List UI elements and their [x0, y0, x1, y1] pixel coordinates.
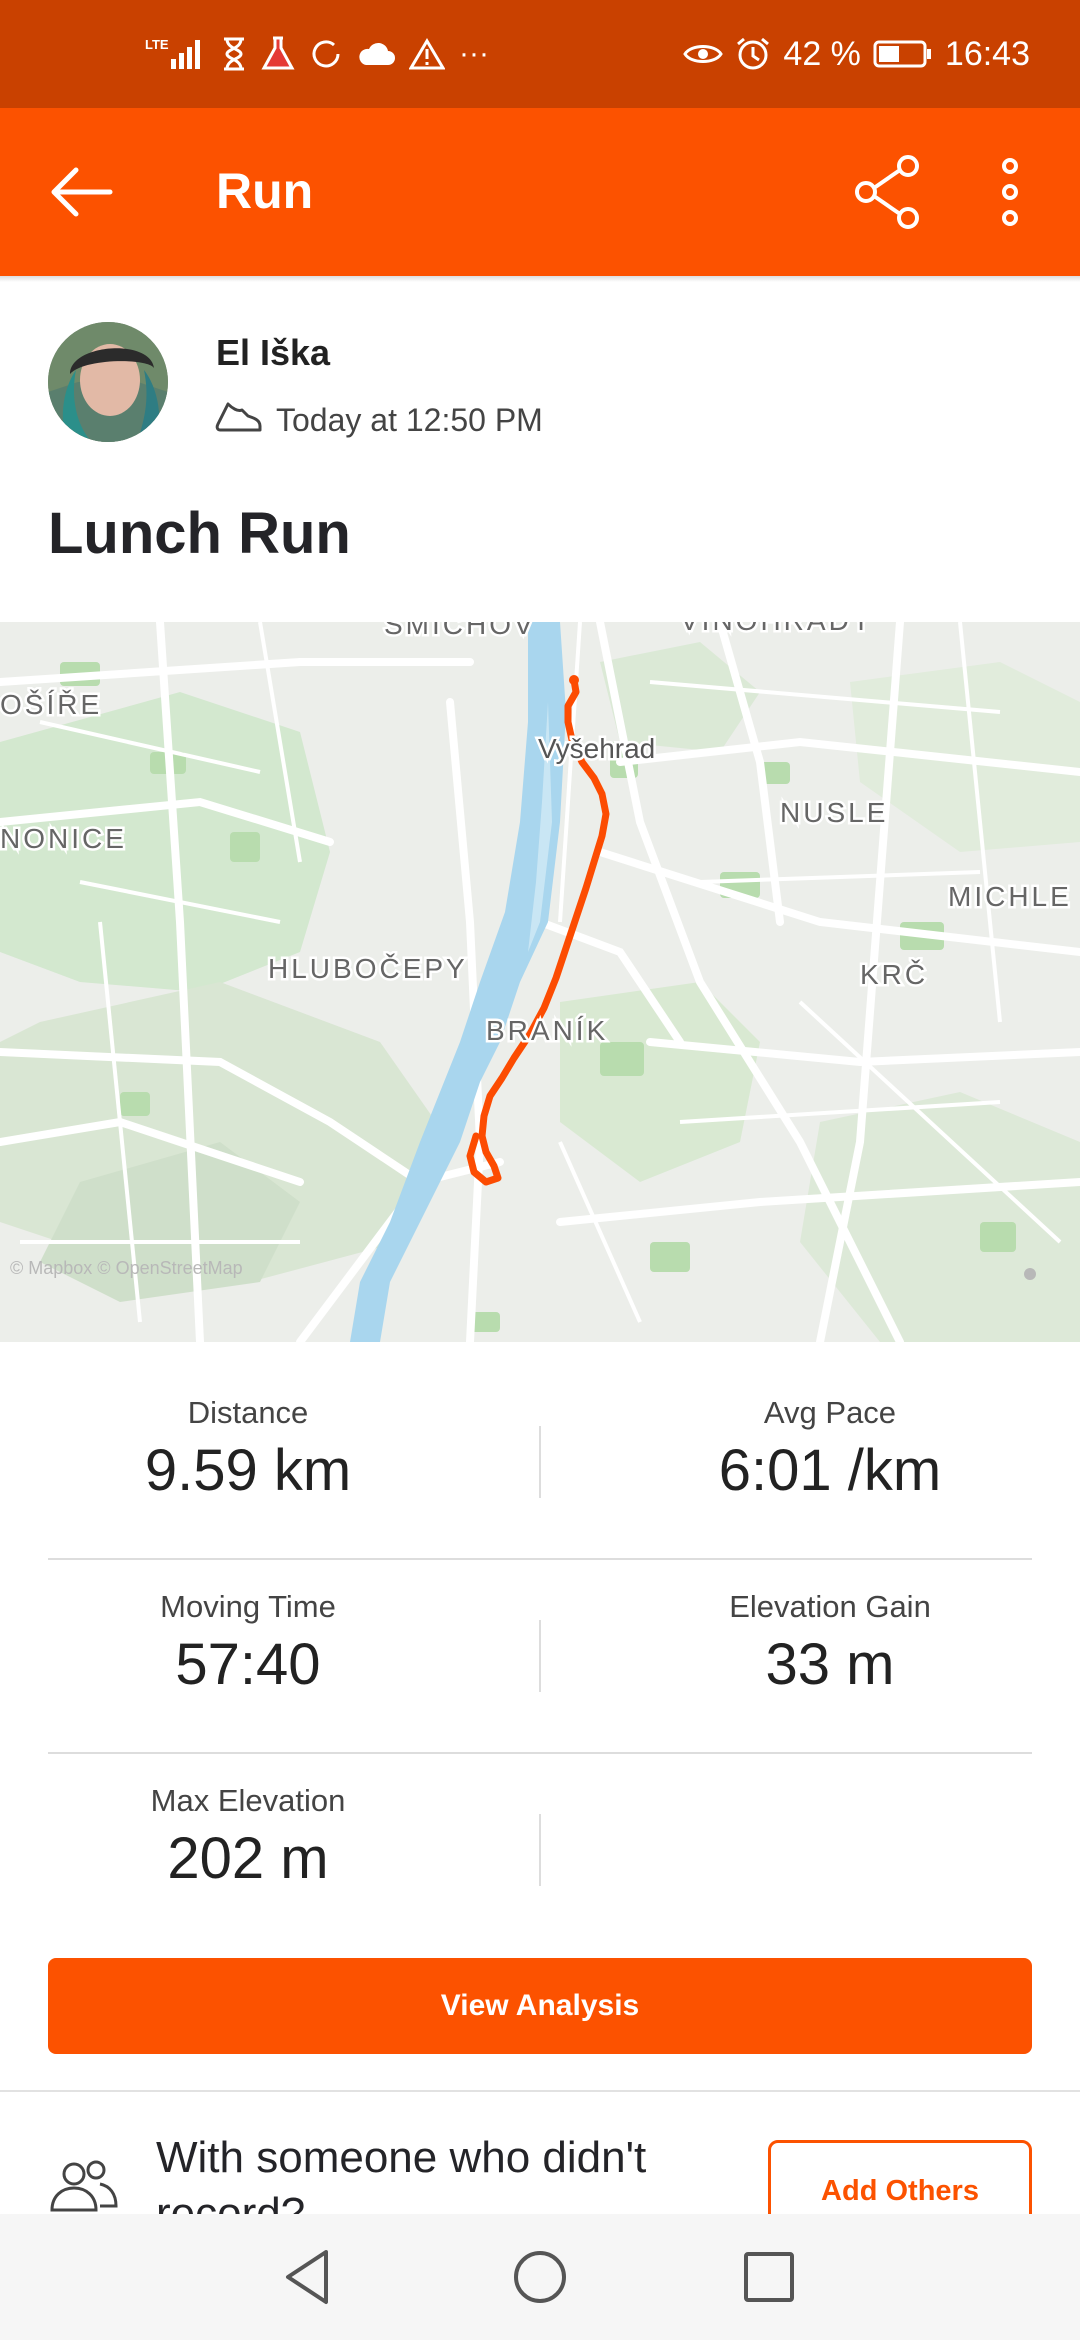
stat-max-elevation: Max Elevation 202 m — [48, 1783, 448, 1892]
map-label-vysehrad: Vyšehrad — [538, 733, 655, 764]
info-icon — [1024, 1268, 1036, 1280]
network-type: LTE — [145, 37, 169, 52]
battery-icon — [873, 39, 933, 69]
pace-label: Avg Pace — [763, 1395, 897, 1430]
stat-divider — [539, 1620, 541, 1692]
signal-icon: LTE — [145, 35, 207, 73]
stat-elevation-gain: Elevation Gain 33 m — [630, 1589, 1030, 1698]
app-bar-title: Run — [216, 163, 314, 219]
system-nav-bar — [0, 2214, 1080, 2340]
flask-icon — [261, 36, 295, 72]
map-label-hlubocepy: HLUBOČEPY — [268, 953, 468, 984]
status-overflow: ··· — [459, 37, 489, 70]
map-label-nusle: NUSLE — [780, 797, 888, 828]
app-bar-shadow — [0, 276, 1080, 282]
stats-row-divider — [48, 1752, 1032, 1754]
distance-label: Distance — [187, 1395, 309, 1430]
map-label-michle: MICHLE — [948, 881, 1072, 912]
back-arrow-icon[interactable] — [40, 152, 130, 232]
moving-time-value: 57:40 — [175, 1632, 321, 1697]
map-label-osire: OŠÍŘE — [0, 689, 102, 720]
status-bar: LTE ··· 42 % 16:43 — [0, 0, 1080, 108]
map-label-vinohrady: VINOHRADY — [680, 622, 873, 636]
activity-title: Lunch Run — [48, 501, 351, 566]
stat-moving-time: Moving Time 57:40 — [48, 1589, 448, 1698]
map-label-krc: KRČ — [860, 959, 928, 990]
shoe-icon — [214, 396, 264, 444]
map-attribution: © Mapbox © OpenStreetMap — [10, 1258, 243, 1278]
stat-distance: Distance 9.59 km — [48, 1395, 448, 1504]
people-icon — [48, 2156, 120, 2216]
status-icons-left: LTE ··· — [145, 0, 489, 108]
nav-back-icon[interactable] — [274, 2242, 344, 2312]
map-label-nonice: NONICE — [0, 823, 127, 854]
distance-value: 9.59 km — [144, 1438, 352, 1503]
max-elevation-label: Max Elevation — [150, 1783, 346, 1818]
max-elevation-value: 202 m — [167, 1826, 329, 1891]
with-others-prompt: With someone who didn't record? — [156, 2133, 647, 2214]
share-icon[interactable] — [848, 152, 928, 232]
cloud-icon — [357, 41, 395, 67]
eye-icon — [683, 40, 724, 68]
route-map[interactable]: SMÍCHOV VINOHRADY OŠÍŘE NUSLE NONICE MIC… — [0, 622, 1080, 1342]
clock: 16:43 — [944, 34, 1030, 73]
elevation-gain-value: 33 m — [765, 1632, 895, 1697]
sync-icon — [309, 37, 343, 71]
athlete-name[interactable]: El Iška — [216, 332, 330, 374]
pace-value: 6:01 /km — [718, 1438, 942, 1503]
warning-icon — [409, 38, 445, 70]
app-bar: Run — [0, 108, 1080, 276]
view-analysis-button[interactable]: View Analysis — [48, 1958, 1032, 2054]
nav-recents-icon[interactable] — [734, 2242, 804, 2312]
more-vert-icon[interactable] — [990, 152, 1040, 232]
hourglass-icon — [221, 37, 247, 71]
activity-meta: Today at 12:50 PM — [214, 396, 543, 444]
activity-timestamp: Today at 12:50 PM — [276, 401, 543, 438]
avatar[interactable] — [48, 322, 168, 442]
map-label-smichov: SMÍCHOV — [384, 622, 536, 640]
stat-divider — [539, 1814, 541, 1886]
moving-time-label: Moving Time — [160, 1589, 336, 1624]
stat-divider — [539, 1426, 541, 1498]
section-divider — [0, 2090, 1080, 2092]
battery-percent: 42 % — [783, 34, 861, 73]
status-icons-right: 42 % 16:43 — [683, 0, 1030, 108]
map-label-branik: BRANÍK — [486, 1015, 608, 1046]
nav-home-icon[interactable] — [505, 2242, 575, 2312]
elevation-gain-label: Elevation Gain — [729, 1589, 931, 1624]
alarm-icon — [735, 36, 771, 72]
stats-row-divider — [48, 1558, 1032, 1560]
stat-avg-pace: Avg Pace 6:01 /km — [630, 1395, 1030, 1504]
